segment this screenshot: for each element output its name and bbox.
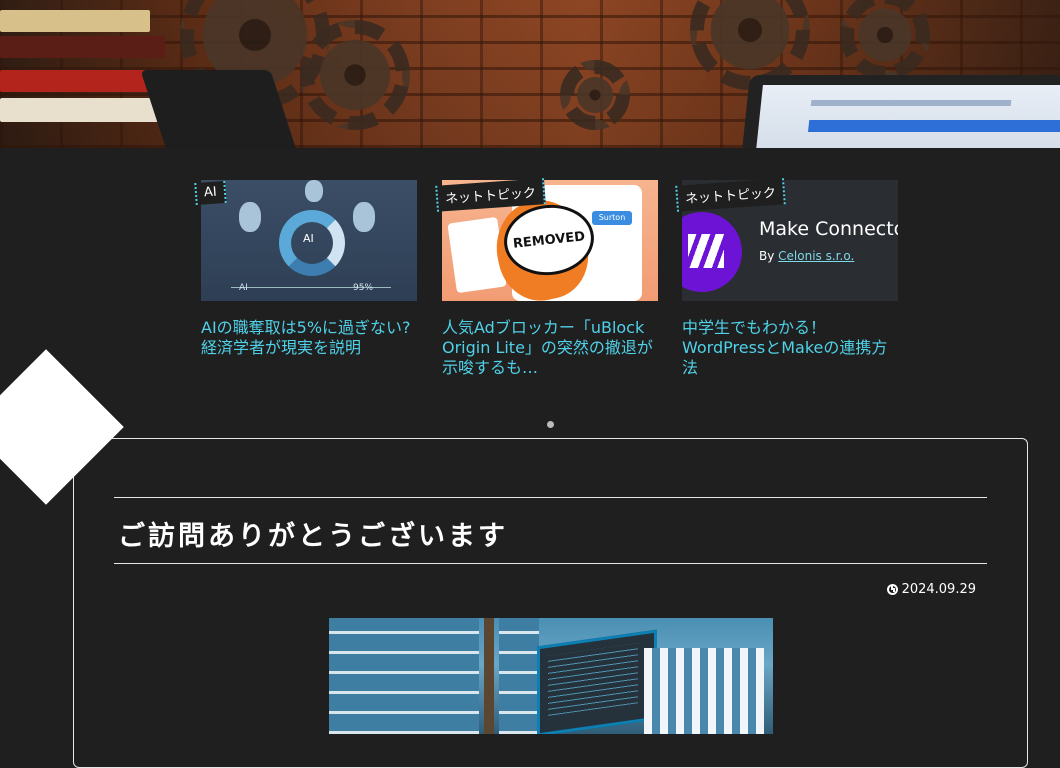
post-slider: AI AI AI 95% AIの職奪取は5%に過ぎない? 経済学者が現実を説明 … <box>190 178 910 420</box>
thumb-text: AI <box>239 283 248 293</box>
slider-card[interactable]: AI AI AI 95% AIの職奪取は5%に過ぎない? 経済学者が現実を説明 <box>194 180 417 378</box>
laptop-decoration <box>740 75 1060 148</box>
page-title: ご訪問ありがとうございます <box>114 497 987 564</box>
gear-decoration <box>560 60 630 130</box>
slider-card[interactable]: ネットトピック Make Connecto By Celonis s.r.o. … <box>675 178 898 378</box>
thumb-text: Make Connecto <box>759 218 898 240</box>
slider-dot[interactable] <box>547 421 554 428</box>
header-banner <box>0 0 1060 148</box>
gear-decoration <box>300 20 410 130</box>
gear-decoration <box>840 0 930 80</box>
slider-card[interactable]: ネットトピック Surton REMOVED 人気Adブロッカー「uBlock … <box>435 178 658 378</box>
post-date: 2024.09.29 <box>886 582 976 597</box>
category-label[interactable]: AI <box>194 180 227 206</box>
thumb-text: AI <box>303 232 314 245</box>
post-title-link[interactable]: 中学生でもわかる！WordPressとMakeの連携方法 <box>682 318 898 378</box>
featured-image <box>329 618 773 734</box>
thumb-text: 95% <box>353 283 374 293</box>
post-date-text: 2024.09.29 <box>901 582 976 597</box>
post-title-link[interactable]: 人気Adブロッカー「uBlock Origin Lite」の突然の撤退が示唆する… <box>442 318 658 378</box>
clock-icon <box>886 584 898 595</box>
post-title-link[interactable]: AIの職奪取は5%に過ぎない? 経済学者が現実を説明 <box>201 318 417 378</box>
books-decoration <box>0 0 175 122</box>
thumb-text: By Celonis s.r.o. <box>759 249 855 263</box>
thumb-text: Surton <box>592 211 632 225</box>
post-thumbnail[interactable]: AI AI 95% <box>201 180 417 301</box>
make-logo-icon <box>682 212 742 292</box>
